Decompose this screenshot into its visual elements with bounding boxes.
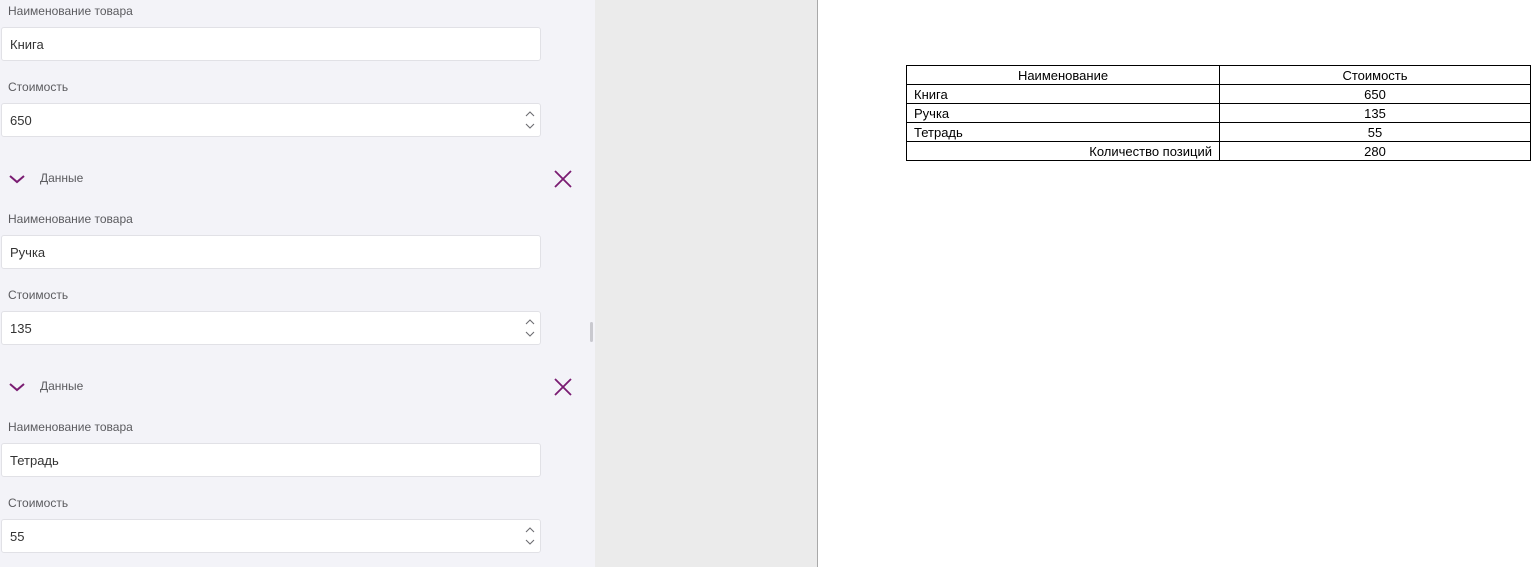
table-row: Тетрадь 55 [906,122,1531,142]
cost-value: 650 [10,113,32,128]
document-preview: Наименование Стоимость Книга 650 Ручка 1… [818,0,1537,567]
form-panel: Наименование товара Книга Стоимость 650 … [0,0,595,567]
cost-stepper[interactable] [524,107,536,133]
cost-input[interactable]: 135 [1,311,541,345]
cell-name: Книга [906,84,1220,104]
cost-label: Стоимость [8,288,69,302]
summary-table: Наименование Стоимость Книга 650 Ручка 1… [906,65,1531,161]
cost-value: 135 [10,321,32,336]
cost-input[interactable]: 650 [1,103,541,137]
cost-stepper[interactable] [524,315,536,341]
table-header-row: Наименование Стоимость [906,65,1531,85]
cost-value: 55 [10,529,25,544]
product-name-label: Наименование товара [8,212,133,226]
total-label: Количество позиций [906,141,1220,161]
cell-name: Ручка [906,103,1220,123]
cost-input[interactable]: 55 [1,519,541,553]
close-icon[interactable] [553,169,573,189]
product-name-value: Книга [10,37,44,52]
chevron-down-icon[interactable] [525,331,535,337]
table-row: Ручка 135 [906,103,1531,123]
product-name-label: Наименование товара [8,4,133,18]
column-header-cost: Стоимость [1219,65,1531,85]
total-value: 280 [1219,141,1531,161]
chevron-up-icon[interactable] [525,527,535,533]
document-gutter [595,0,817,567]
product-name-value: Тетрадь [10,453,59,468]
group-title: Данные [40,171,84,185]
cell-cost: 55 [1219,122,1531,142]
cell-name: Тетрадь [906,122,1220,142]
product-name-input[interactable]: Тетрадь [1,443,541,477]
product-name-input[interactable]: Ручка [1,235,541,269]
chevron-up-icon[interactable] [525,111,535,117]
chevron-up-icon[interactable] [525,319,535,325]
product-name-label: Наименование товара [8,420,133,434]
cell-cost: 135 [1219,103,1531,123]
cost-stepper[interactable] [524,523,536,549]
table-total-row: Количество позиций 280 [906,141,1531,161]
chevron-down-icon[interactable] [8,379,26,395]
cost-label: Стоимость [8,496,69,510]
column-header-name: Наименование [906,65,1220,85]
data-group-header[interactable]: Данные [0,167,595,191]
chevron-down-icon[interactable] [525,123,535,129]
table-row: Книга 650 [906,84,1531,104]
chevron-down-icon[interactable] [8,171,26,187]
panel-resize-handle[interactable] [590,322,593,342]
group-title: Данные [40,379,84,393]
product-name-input[interactable]: Книга [1,27,541,61]
data-group-header[interactable]: Данные [0,375,595,399]
close-icon[interactable] [553,377,573,397]
cost-label: Стоимость [8,80,69,94]
chevron-down-icon[interactable] [525,539,535,545]
product-name-value: Ручка [10,245,46,260]
cell-cost: 650 [1219,84,1531,104]
